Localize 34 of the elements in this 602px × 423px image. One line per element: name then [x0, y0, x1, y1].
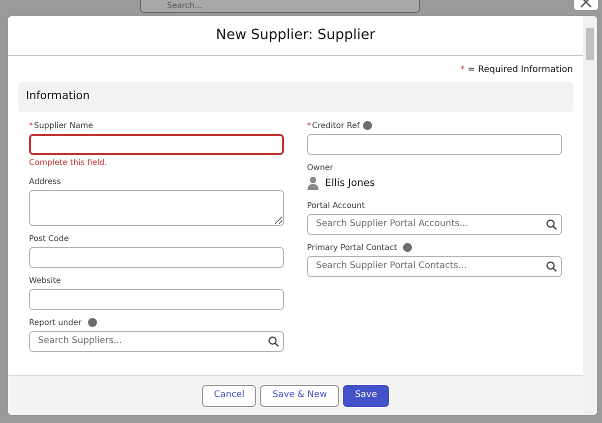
footer-button[interactable]: Save & New	[260, 384, 339, 406]
scrollbar-thumb[interactable]	[586, 28, 594, 60]
asterisk: *	[460, 65, 465, 75]
input-field[interactable]	[307, 134, 562, 154]
error-message: Complete this field.	[29, 156, 108, 168]
search-icon	[268, 336, 279, 346]
lookup-field[interactable]: Search Supplier Portal Accounts...	[307, 214, 562, 234]
input-field[interactable]	[29, 134, 284, 154]
required-asterisk: *	[307, 120, 311, 132]
search-icon	[546, 218, 557, 230]
text-area[interactable]	[29, 190, 284, 226]
field-label: Primary Portal Contact	[307, 242, 398, 254]
owner-name[interactable]: Ellis Jones	[325, 176, 375, 190]
required-asterisk: *	[29, 120, 33, 132]
input-field[interactable]	[29, 246, 284, 268]
field-label: Creditor Ref	[312, 120, 360, 132]
lookup-field[interactable]: Search Supplier Portal Contacts...	[307, 256, 562, 276]
footer-button[interactable]: Save	[342, 384, 390, 406]
lookup-field[interactable]: Search Suppliers...	[29, 330, 284, 352]
field-label: Post Code	[29, 232, 69, 244]
footer-button[interactable]: Cancel	[202, 384, 256, 406]
field-label: Supplier Name	[34, 120, 94, 132]
required-note: = Required Information	[468, 65, 573, 75]
field-label: Portal Account	[307, 200, 365, 212]
input-field[interactable]	[29, 288, 284, 310]
field-label: Address	[29, 176, 61, 188]
field-label: Owner	[307, 162, 334, 174]
section-header[interactable]: Information	[18, 82, 573, 112]
modal-title: New Supplier: Supplier	[216, 26, 376, 45]
avatar-icon	[307, 176, 319, 190]
scrollbar[interactable]	[583, 16, 597, 415]
field-label: Report under	[29, 316, 82, 328]
search-icon	[546, 260, 557, 272]
field-label: Website	[29, 274, 61, 286]
